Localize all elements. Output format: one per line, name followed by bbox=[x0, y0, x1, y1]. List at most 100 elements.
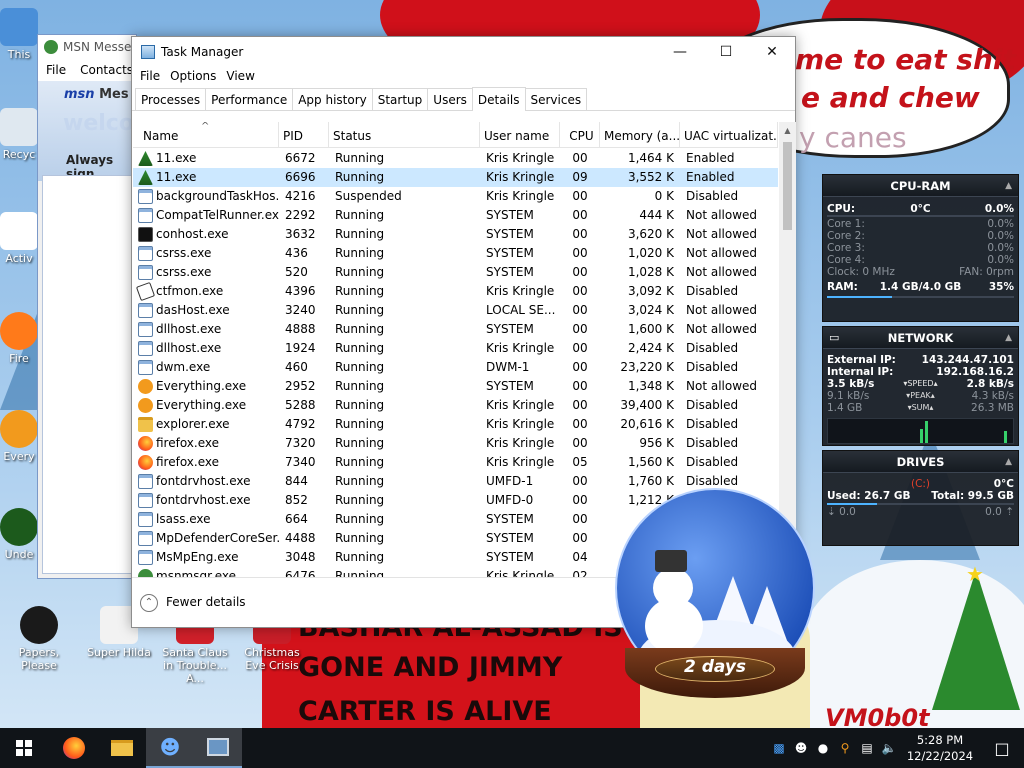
col-pid[interactable]: PID bbox=[279, 122, 329, 148]
table-row[interactable]: Everything.exe 5288 Running Kris Kringle 00 3… bbox=[133, 396, 778, 415]
process-user: SYSTEM bbox=[486, 227, 534, 241]
network-gadget[interactable]: ▭ NETWORK ▲ External IP: 143.244.47.101 Int… bbox=[822, 326, 1019, 446]
col-uac[interactable]: UAC virtualizat... bbox=[680, 122, 778, 148]
process-memory: 3,552 K bbox=[627, 170, 674, 184]
process-uac: Not allowed bbox=[686, 208, 758, 222]
table-row[interactable]: csrss.exe 520 Running SYSTEM 00 1,028 K Not al… bbox=[133, 263, 778, 282]
menu-view[interactable]: View bbox=[221, 69, 259, 83]
process-status: Running bbox=[335, 360, 385, 374]
tray-volume-muted-icon[interactable]: 🔈 bbox=[878, 741, 900, 755]
minimize-button[interactable]: — bbox=[657, 37, 703, 66]
tab-details[interactable]: Details bbox=[471, 87, 526, 111]
col-memory[interactable]: Memory (a... bbox=[600, 122, 680, 148]
table-row[interactable]: Everything.exe 2952 Running SYSTEM 00 1,348 K… bbox=[133, 377, 778, 396]
table-row[interactable]: firefox.exe 7320 Running Kris Kringle 00 956 … bbox=[133, 434, 778, 453]
msn-title: MSN Messe bbox=[63, 40, 132, 54]
tab-users[interactable]: Users bbox=[427, 88, 473, 110]
tray-network-icon[interactable]: ▤ bbox=[856, 741, 878, 755]
task-manager-icon bbox=[141, 44, 155, 59]
table-row[interactable]: 11.exe 6672 Running Kris Kringle 00 1,464 K En… bbox=[133, 149, 778, 168]
magnifier-icon bbox=[138, 398, 153, 413]
vertical-scrollbar[interactable]: ▲ bbox=[779, 122, 796, 578]
firefox-icon bbox=[63, 737, 85, 759]
col-user-name[interactable]: User name bbox=[480, 122, 560, 148]
table-row[interactable]: CompatTelRunner.exe 2292 Running SYSTEM 00 44… bbox=[133, 206, 778, 225]
desktop-icon-papers-please[interactable]: Papers, Please bbox=[4, 606, 74, 672]
clock[interactable]: 5:28 PM 12/22/2024 bbox=[900, 732, 980, 764]
chevron-up-icon[interactable]: ⌃ bbox=[140, 594, 158, 612]
process-name: ctfmon.exe bbox=[156, 284, 224, 298]
menu-file[interactable]: File bbox=[135, 69, 165, 83]
fewer-details-link[interactable]: Fewer details bbox=[166, 595, 246, 609]
process-uac: Not allowed bbox=[686, 322, 758, 336]
msn-menu-contacts[interactable]: Contacts bbox=[80, 63, 133, 77]
process-status: Suspended bbox=[335, 189, 402, 203]
close-button[interactable]: ✕ bbox=[749, 37, 795, 66]
process-memory: 3,092 K bbox=[627, 284, 674, 298]
scroll-up-arrow[interactable]: ▲ bbox=[779, 122, 796, 139]
table-row[interactable]: dasHost.exe 3240 Running LOCAL SE... 00 3,024… bbox=[133, 301, 778, 320]
process-status: Running bbox=[335, 531, 385, 545]
process-name: explorer.exe bbox=[156, 417, 230, 431]
process-uac: Disabled bbox=[686, 417, 739, 431]
table-row[interactable]: conhost.exe 3632 Running SYSTEM 00 3,620 K Not… bbox=[133, 225, 778, 244]
process-memory: 1,600 K bbox=[627, 322, 674, 336]
table-row[interactable]: backgroundTaskHos... 4216 Suspended Kris Kr… bbox=[133, 187, 778, 206]
col-cpu[interactable]: CPU bbox=[560, 122, 600, 148]
table-row[interactable]: ctfmon.exe 4396 Running Kris Kringle 00 3,092… bbox=[133, 281, 778, 302]
process-cpu: 05 bbox=[572, 455, 588, 469]
process-user: Kris Kringle bbox=[486, 398, 555, 412]
start-button[interactable] bbox=[0, 728, 48, 768]
tab-performance[interactable]: Performance bbox=[205, 88, 294, 110]
process-cpu: 09 bbox=[572, 170, 588, 184]
table-row[interactable]: explorer.exe 4792 Running Kris Kringle 00 20,… bbox=[133, 415, 778, 434]
christmas-tree bbox=[932, 570, 1020, 710]
table-row[interactable]: dllhost.exe 1924 Running Kris Kringle 00 2,42… bbox=[133, 339, 778, 358]
taskbar-firefox[interactable] bbox=[50, 728, 98, 768]
msn-titlebar[interactable]: MSN Messe bbox=[38, 35, 136, 59]
process-status: Running bbox=[335, 436, 385, 450]
taskbar-file-explorer[interactable] bbox=[98, 728, 146, 768]
table-row[interactable]: 11.exe 6696 Running Kris Kringle 09 3,552 K En… bbox=[133, 168, 778, 187]
star-icon: ★ bbox=[966, 562, 984, 586]
process-pid: 7340 bbox=[285, 455, 316, 469]
tray-msn-icon[interactable]: ☻ bbox=[790, 741, 812, 755]
window-title: Task Manager bbox=[161, 44, 244, 59]
table-row[interactable]: dwm.exe 460 Running DWM-1 00 23,220 K Disabled bbox=[133, 358, 778, 377]
tray-app-icon[interactable]: ▩ bbox=[768, 741, 790, 755]
table-row[interactable]: firefox.exe 7340 Running Kris Kringle 05 1,56… bbox=[133, 453, 778, 472]
table-row[interactable]: csrss.exe 436 Running SYSTEM 00 1,020 K Not al… bbox=[133, 244, 778, 263]
task-manager-titlebar[interactable]: Task Manager — ☐ ✕ bbox=[132, 37, 795, 66]
msn-messenger-window[interactable]: MSN Messe File Contacts msn Mes welcom A… bbox=[37, 34, 157, 579]
tray-drop-icon[interactable]: ● bbox=[812, 741, 834, 755]
process-uac: Enabled bbox=[686, 170, 735, 184]
msn-menu-file[interactable]: File bbox=[46, 63, 66, 77]
table-row[interactable]: fontdrvhost.exe 844 Running UMFD-1 00 1,760 K… bbox=[133, 472, 778, 491]
notification-icon[interactable]: □ bbox=[980, 739, 1024, 758]
tab-processes[interactable]: Processes bbox=[135, 88, 207, 110]
process-name: backgroundTaskHos... bbox=[156, 189, 279, 203]
table-header: ^ Name PID Status User name CPU Memory (a… bbox=[133, 122, 778, 148]
menu-options[interactable]: Options bbox=[165, 69, 221, 83]
taskbar-task-manager[interactable] bbox=[194, 728, 242, 768]
tray-everything-icon[interactable]: ⚲ bbox=[834, 741, 856, 755]
drive-c-line: (C:) 0°C bbox=[910, 478, 1014, 490]
process-status: Running bbox=[335, 417, 385, 431]
taskbar-msn-messenger[interactable]: ☻ bbox=[146, 728, 194, 768]
tab-app-history[interactable]: App history bbox=[292, 88, 373, 110]
window-icon bbox=[138, 474, 153, 489]
process-status: Running bbox=[335, 284, 385, 298]
collapse-icon[interactable]: ▲ bbox=[1005, 175, 1012, 197]
collapse-icon[interactable]: ▲ bbox=[1005, 327, 1012, 349]
table-row[interactable]: dllhost.exe 4888 Running SYSTEM 00 1,600 K Not… bbox=[133, 320, 778, 339]
col-status[interactable]: Status bbox=[329, 122, 480, 148]
drives-gadget[interactable]: DRIVES ▲ (C:) 0°C Used: 26.7 GB Total: 99.5… bbox=[822, 450, 1019, 546]
scroll-thumb[interactable] bbox=[783, 142, 792, 230]
tab-startup[interactable]: Startup bbox=[371, 88, 429, 110]
maximize-button[interactable]: ☐ bbox=[703, 37, 749, 66]
collapse-icon[interactable]: ▲ bbox=[1005, 451, 1012, 473]
cpu-ram-gadget[interactable]: CPU-RAM ▲ CPU: 0°C 0.0% Core 1: 0.0% Core … bbox=[822, 174, 1019, 322]
col-name[interactable]: ^ Name bbox=[133, 122, 279, 148]
cpu-ram-header: CPU-RAM ▲ bbox=[823, 175, 1018, 197]
tab-services[interactable]: Services bbox=[524, 88, 588, 110]
